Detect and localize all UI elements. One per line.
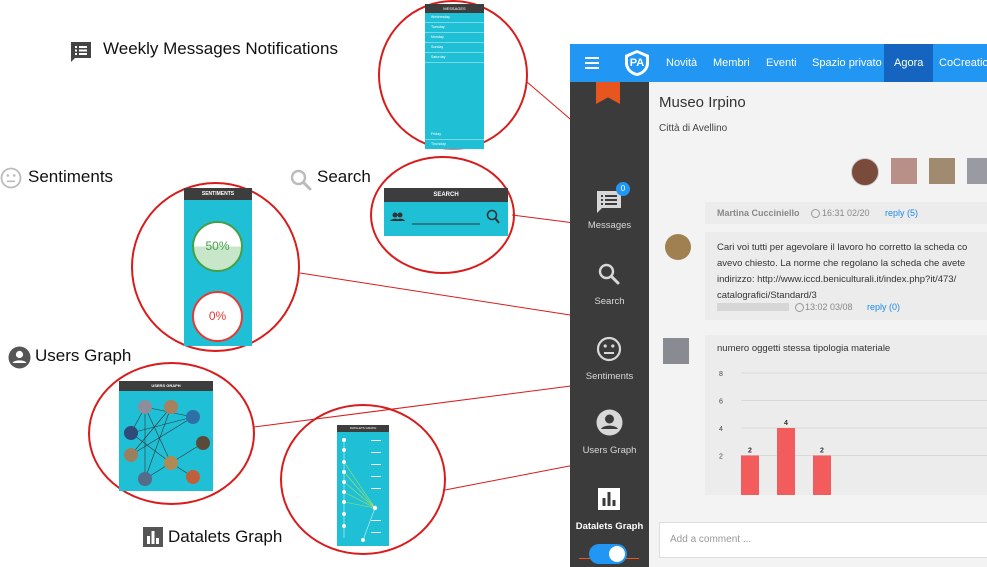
avatar[interactable] [665,234,691,260]
nav-item-novit[interactable]: Novità [666,44,697,82]
clock-icon [795,303,804,312]
sentiment-neutral-icon [596,336,622,362]
post-message: Cari voi tutti per agevolare il lavoro h… [705,232,987,320]
sidebar-item-users-graph[interactable]: Users Graph [570,409,649,459]
chart-bar[interactable] [813,455,831,496]
users-graph-network [124,400,210,486]
post-author: Martina Cucciniello [717,208,800,218]
messages-thumb-row-label: Sunday [431,45,444,49]
messages-thumb-row-label: Friday [431,132,441,136]
avatar[interactable] [929,158,955,184]
sidebar-item-datalets-graph[interactable]: Datalets Graph [570,487,649,537]
room-content: Museo Irpino Città di Avellino Martina C… [649,82,987,567]
datalets-graph-tree [342,438,381,542]
positive-sentiment-value: 50% [205,239,230,253]
sidebar-label-datalets-graph: Datalets Graph [575,521,644,532]
messages-badge: 0 [616,182,630,196]
avatar[interactable] [663,338,689,364]
member-avatars [851,158,987,186]
sidebar-label-messages: Messages [587,220,632,231]
user-avatar-icon [596,409,623,436]
nav-item-cocreation[interactable]: CoCreation [939,44,987,82]
chart-y-tick-label: 4 [719,426,723,433]
messages-thumb-row: Friday [425,130,484,140]
blurred-author [717,303,789,311]
comment-placeholder: Add a comment ... [670,534,752,545]
messages-thumb-row-label: Saturday [431,55,446,59]
messages-thumb-row: Wednesday [425,13,484,23]
messages-thumb-header: MESSAGES [425,4,484,13]
messages-thumb-row: Thursday [425,140,484,150]
app-logo[interactable]: PA [623,49,651,77]
messages-thumb-row-label: Monday [431,35,444,39]
reply-link[interactable]: reply (5) [885,208,918,218]
nav-item-spazio-privato[interactable]: Spazio privato [812,44,882,82]
messages-thumb-row-label: Tuesday [431,25,445,29]
chart-y-tick-label: 2 [719,454,723,461]
nav-item-agora[interactable]: Agora [884,44,934,82]
sidebar-label-sentiments: Sentiments [585,371,634,382]
messages-thumb-row-label: Wednesday [431,15,450,19]
post-text-line: avevo chiesto. La norme che regolano la … [717,258,966,269]
messages-thumbnail: MESSAGES Wednesday Tuesday Monday Sunday Sat… [425,4,484,150]
room-title: Museo Irpino [659,94,746,111]
avatar[interactable] [891,158,917,184]
post-text: numero oggetti stessa tipologia material… [717,343,891,354]
chart-data-label: 2 [820,448,824,455]
app-window: PA Novità Membri Eventi Spazio privato Agora… [570,44,987,567]
nav-item-eventi[interactable]: Eventi [766,44,797,82]
search-thumb-controls [390,209,500,225]
post-text-line: indirizzo: http://www.iccd.beniculturali… [717,274,957,285]
sentiments-thumbnail: SENTIMENTS 50% 0% [184,188,252,346]
chart-bar[interactable] [741,455,759,496]
search-thumbnail: SEARCH [384,188,508,236]
post-datalet: numero oggetti stessa tipologia material… [705,335,987,495]
chart-data-label: 4 [784,420,788,427]
sentiments-thumb-header: SENTIMENTS [184,188,252,200]
sidebar-label-search: Search [594,296,625,307]
room-bookmark-bar [596,82,620,104]
messages-thumb-row: Saturday [425,53,484,63]
chart-y-tick-label: 6 [719,399,723,406]
bar-chart-icon [597,487,621,511]
reply-link[interactable]: reply (0) [867,302,900,312]
negative-sentiment-gauge: 0% [192,291,243,342]
sidebar-item-search[interactable]: Search [570,260,649,310]
negative-sentiment-value: 0% [208,309,227,323]
chart-data-label: 2 [748,448,752,455]
top-navbar: PA Novità Membri Eventi Spazio privato Agora… [570,44,987,82]
post-reply-bar: Martina Cucciniello 16:31 02/20 reply (5… [705,202,987,224]
post-text-line: Cari voi tutti per agevolare il lavoro h… [717,242,968,253]
sidebar: 0 Messages Search Sentiments Users Graph [570,82,649,567]
notifications-toggle[interactable] [589,544,627,564]
chart-y-tick-label: 8 [719,371,723,378]
room-subtitle: Città di Avellino [659,123,728,134]
sidebar-item-messages[interactable]: 0 Messages [570,180,649,231]
sidebar-label-users-graph: Users Graph [582,445,637,456]
sidebar-item-sentiments[interactable]: Sentiments [570,336,649,386]
messages-thumb-row: Tuesday [425,23,484,33]
post-timestamp: 16:31 02/20 [822,208,870,218]
avatar[interactable] [851,158,879,186]
app-logo-text: PA [629,57,645,69]
toggle-knob [609,546,625,562]
search-icon [597,262,621,286]
datalets-graph-thumbnail: DATALETS GRAPH [337,425,389,546]
clock-icon [811,209,820,218]
chart-bar[interactable] [777,428,795,495]
messages-thumb-row-label: Thursday [431,142,446,146]
users-graph-thumbnail: USERS GRAPH [119,381,213,491]
hamburger-menu-icon[interactable] [585,57,599,69]
search-thumb-header: SEARCH [384,188,508,202]
positive-sentiment-gauge: 50% [192,221,243,272]
post-timestamp: 13:02 03/08 [805,302,853,312]
datalet-bar-chart: 2 4 6 8 2 4 2 [719,371,987,496]
avatar[interactable] [967,158,987,184]
messages-thumb-row: Sunday [425,43,484,53]
messages-thumb-row: Monday [425,33,484,43]
datalets-graph-thumb-header: DATALETS GRAPH [337,425,389,432]
nav-item-membri[interactable]: Membri [713,44,750,82]
comment-input[interactable]: Add a comment ... [659,522,987,558]
users-graph-thumb-header: USERS GRAPH [119,381,213,391]
